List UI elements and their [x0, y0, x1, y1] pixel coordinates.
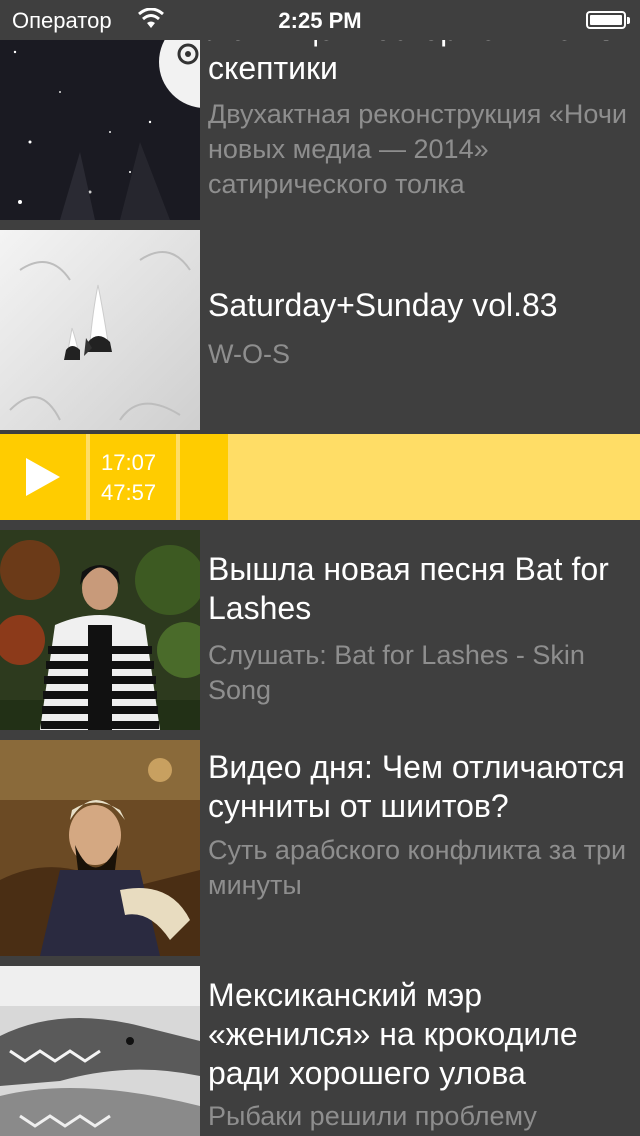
article-subtitle: Двухактная реконструкция «Ночи новых мед… — [208, 99, 628, 199]
list-item[interactable]: Saturday+Sunday vol.83 W-O-S — [0, 230, 640, 430]
total-duration: 47:57 — [101, 480, 157, 505]
article-title: Мексиканский мэр «женился» на крокодиле … — [208, 977, 578, 1091]
article-thumbnail — [0, 530, 200, 730]
player-times: 17:07 47:57 — [101, 448, 156, 508]
player-divider — [86, 434, 90, 520]
article-thumbnail — [0, 230, 200, 430]
list-item[interactable]: Вышла новая песня Bat for Lashes Слушать… — [0, 530, 640, 730]
player-divider — [176, 434, 180, 520]
article-title: Видео дня: Чем отличаются сунниты от шии… — [208, 749, 625, 824]
article-text: Видео дня: Чем отличаются сунниты от шии… — [208, 748, 628, 903]
status-bar: Оператор 2:25 PM — [0, 0, 640, 40]
list-item[interactable]: Мексиканский мэр «женился» на крокодиле … — [0, 966, 640, 1136]
article-thumbnail — [0, 740, 200, 956]
article-subtitle: Слушать: Bat for Lashes - Skin Song — [208, 640, 585, 705]
article-title: Saturday+Sunday vol.83 — [208, 287, 558, 323]
article-subtitle: Суть арабского конфликта за три минуты — [208, 835, 627, 900]
play-icon — [26, 458, 60, 496]
battery-icon — [586, 11, 630, 29]
status-time: 2:25 PM — [278, 8, 362, 33]
elapsed-time: 17:07 — [101, 450, 157, 475]
article-text: Мексиканский мэр «женился» на крокодиле … — [208, 976, 628, 1134]
battery-fill — [590, 15, 622, 25]
audio-player[interactable]: 17:07 47:57 — [0, 434, 640, 520]
article-title: Вышла новая песня Bat for Lashes — [208, 551, 609, 626]
article-subtitle: W-O-S — [208, 339, 290, 369]
list-item[interactable]: Видео дня: Чем отличаются сунниты от шии… — [0, 740, 640, 956]
article-thumbnail — [0, 966, 200, 1136]
article-subtitle: Рыбаки решили проблему — [208, 1101, 537, 1131]
play-button[interactable] — [0, 434, 86, 520]
article-text: Вышла новая песня Bat for Lashes Слушать… — [208, 550, 628, 708]
article-text: Saturday+Sunday vol.83 W-O-S — [208, 286, 628, 372]
screen: Ленивце: Восторженные vs. скептики Двуха… — [0, 0, 640, 1136]
